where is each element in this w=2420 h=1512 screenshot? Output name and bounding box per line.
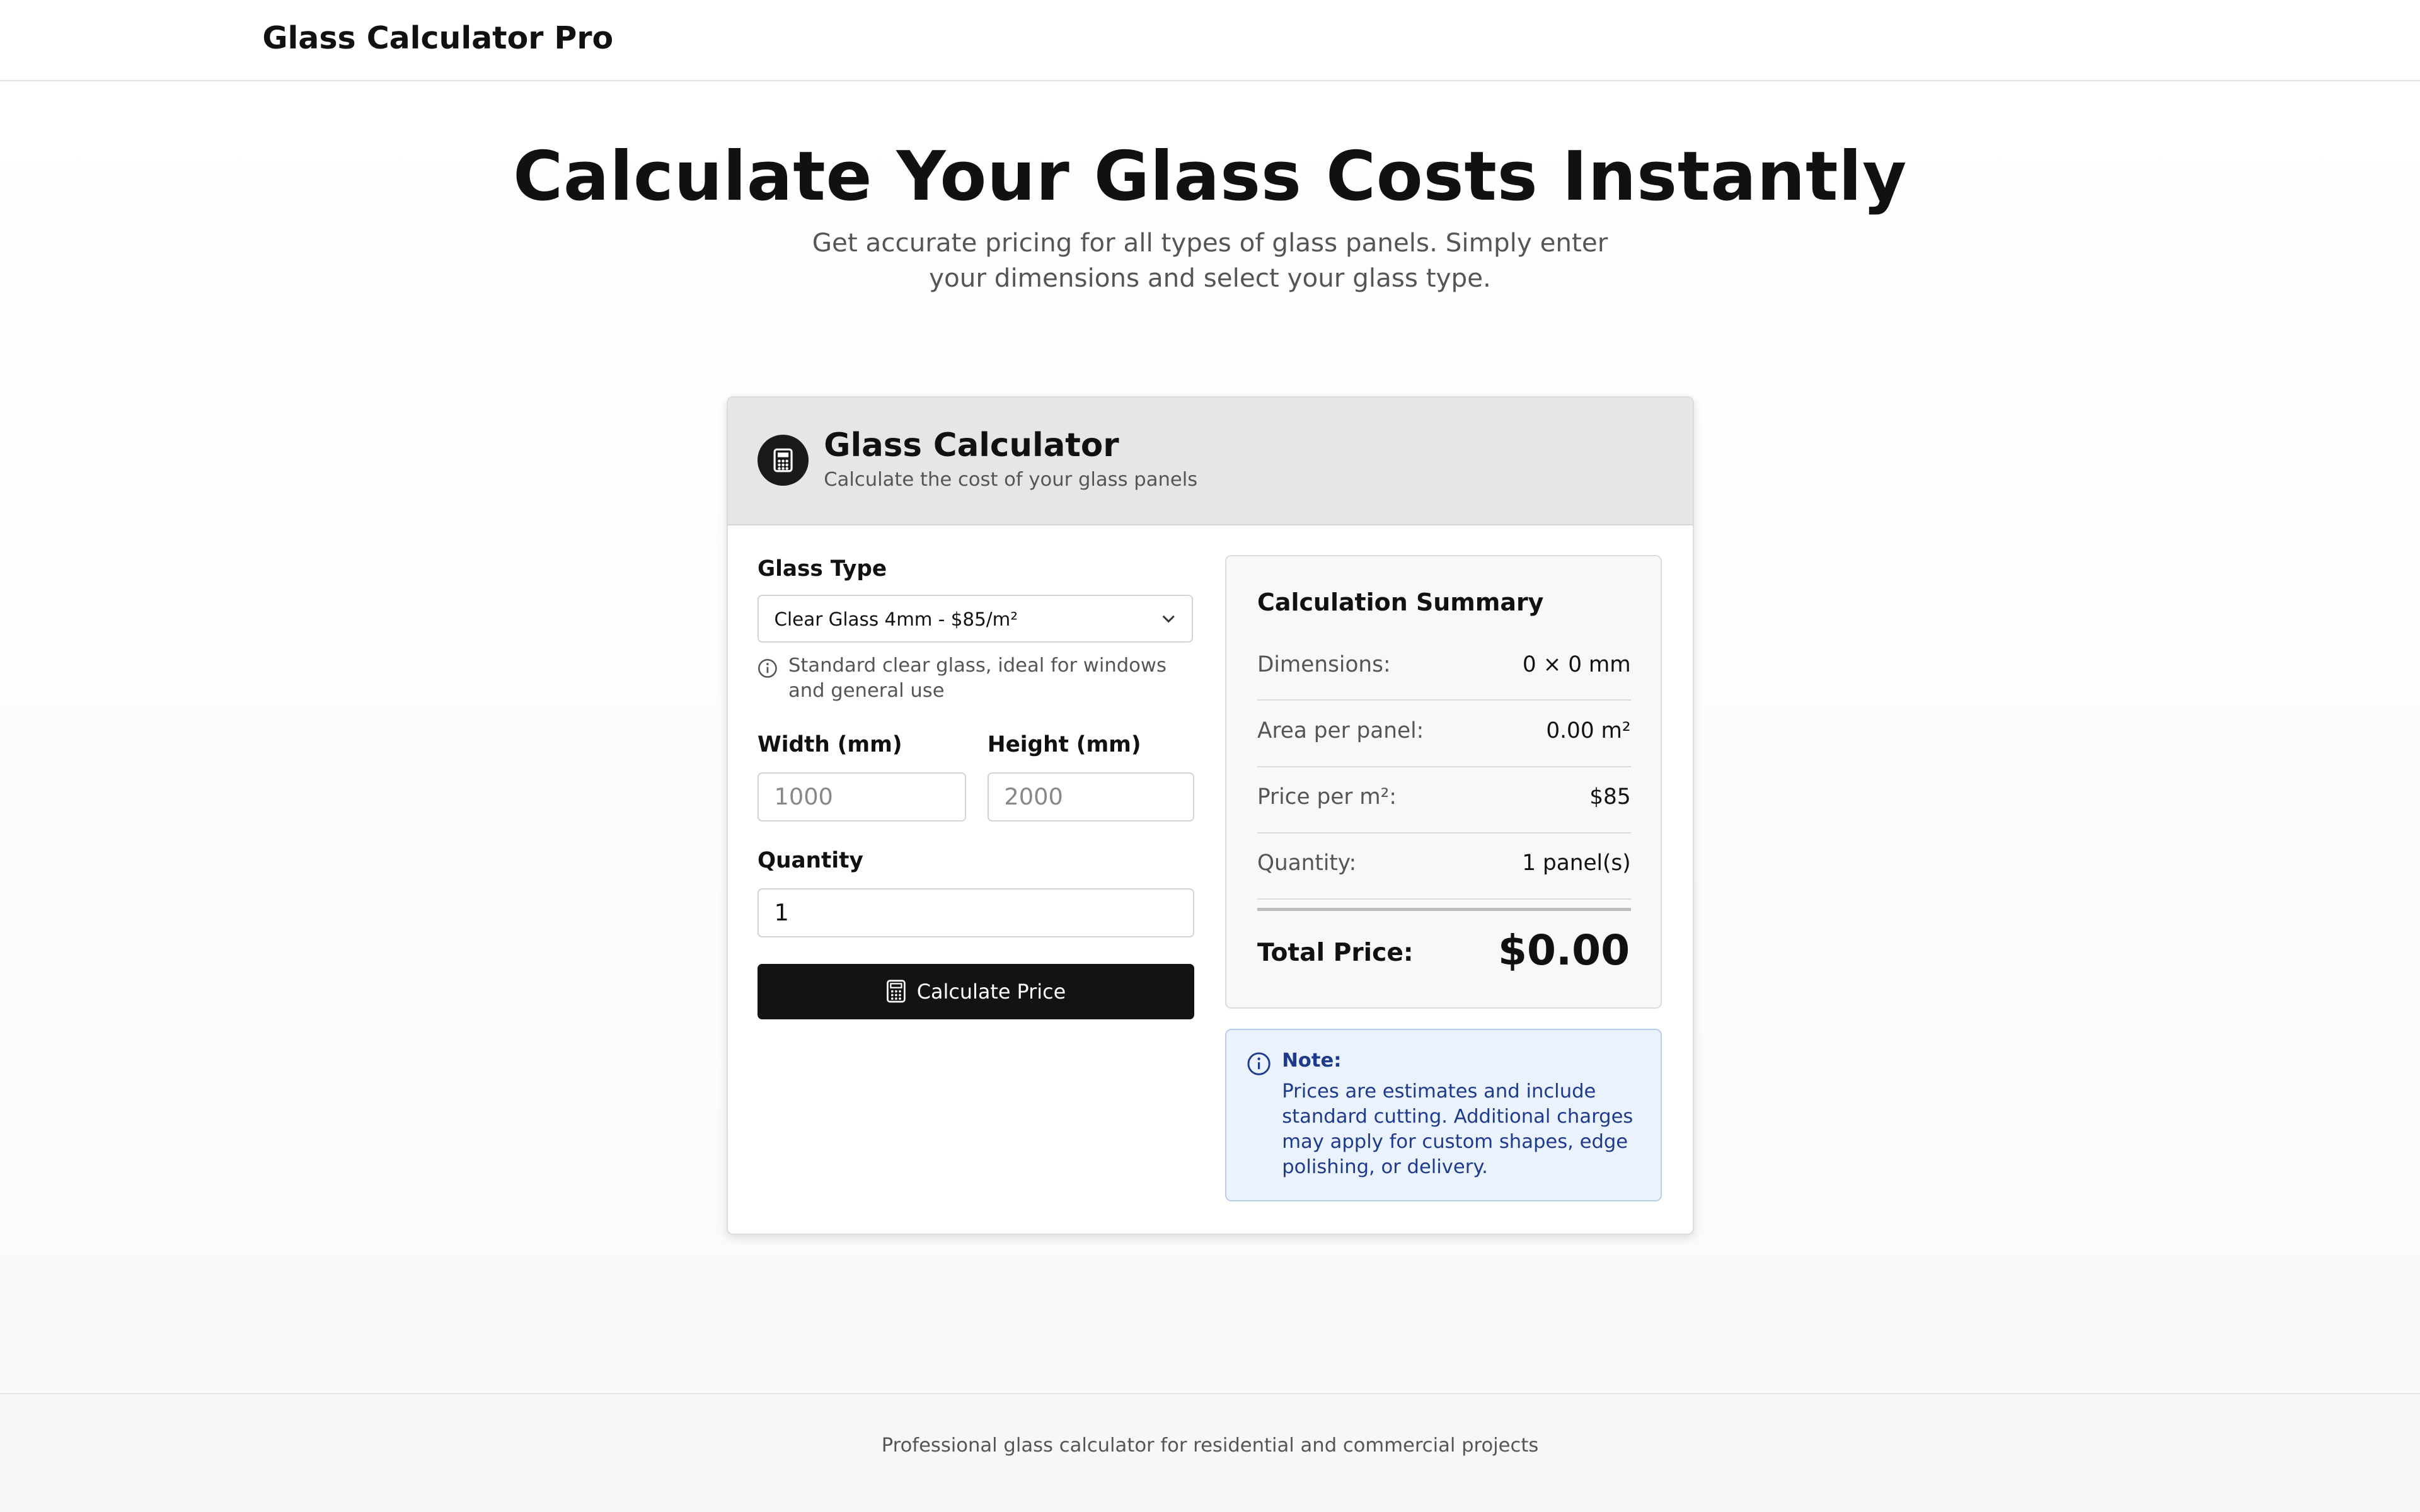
height-placeholder: 2000 xyxy=(1004,783,1063,811)
summary-row: Area per panel: 0.00 m² xyxy=(1257,699,1631,767)
info-icon xyxy=(758,658,777,678)
width-input[interactable]: 1000 xyxy=(757,772,966,822)
quantity-value: 1 xyxy=(774,898,789,926)
footer: Professional glass calculator for reside… xyxy=(0,1393,2420,1512)
summary-divider xyxy=(1257,908,1631,911)
page: Glass Calculator Pro Calculate Your Glas… xyxy=(0,0,2420,1512)
summary-row-value: 0.00 m² xyxy=(1546,718,1631,743)
hero-title: Calculate Your Glass Costs Instantly xyxy=(513,137,1907,216)
width-placeholder: 1000 xyxy=(774,783,833,811)
calculation-summary: Calculation Summary Dimensions: 0 × 0 mm… xyxy=(1225,554,1662,1009)
glass-type-hint: Standard clear glass, ideal for windows … xyxy=(788,655,1167,702)
summary-row: Quantity: 1 panel(s) xyxy=(1257,832,1631,900)
main-content: Calculate Your Glass Costs Instantly Get… xyxy=(0,81,2420,1393)
width-label: Width (mm) xyxy=(757,732,902,758)
calculate-price-label: Calculate Price xyxy=(916,979,1066,1004)
summary-row-label: Area per panel: xyxy=(1257,718,1424,743)
calculator-title: Glass Calculator xyxy=(824,427,1119,465)
top-nav: Glass Calculator Pro xyxy=(0,0,2420,82)
quantity-input[interactable]: 1 xyxy=(757,888,1195,938)
calculator-card-header: Glass Calculator Calculate the cost of y… xyxy=(728,397,1693,525)
summary-row-value: 1 panel(s) xyxy=(1522,850,1631,876)
hero-subtitle: Get accurate pricing for all types of gl… xyxy=(812,227,1608,294)
quantity-label: Quantity xyxy=(757,848,863,874)
calculator-subtitle: Calculate the cost of your glass panels xyxy=(824,468,1198,491)
total-price-label: Total Price: xyxy=(1257,939,1414,968)
calculator-icon xyxy=(886,980,906,1003)
summary-row-label: Dimensions: xyxy=(1257,651,1391,677)
calculator-card: Glass Calculator Calculate the cost of y… xyxy=(727,396,1695,1235)
height-input[interactable]: 2000 xyxy=(987,772,1195,822)
pricing-note: Note: Prices are estimates and include s… xyxy=(1225,1028,1662,1201)
note-text: Prices are estimates and include standar… xyxy=(1282,1080,1634,1178)
glass-type-selected: Clear Glass 4mm - $85/m² xyxy=(774,609,1018,631)
summary-title: Calculation Summary xyxy=(1257,588,1544,617)
summary-row-label: Quantity: xyxy=(1257,850,1357,876)
info-icon xyxy=(1247,1052,1270,1075)
calculator-icon xyxy=(757,434,809,486)
summary-row-value: 0 × 0 mm xyxy=(1522,651,1631,677)
chevron-down-icon xyxy=(1162,616,1175,623)
summary-row: Dimensions: 0 × 0 mm xyxy=(1257,633,1631,701)
calculate-price-button[interactable]: Calculate Price xyxy=(757,963,1195,1019)
summary-row: Price per m²: $85 xyxy=(1257,766,1631,834)
total-price-value: $0.00 xyxy=(1498,926,1630,975)
brand-logo[interactable]: Glass Calculator Pro xyxy=(262,20,613,56)
footer-text: Professional glass calculator for reside… xyxy=(881,1435,1539,1457)
glass-type-label: Glass Type xyxy=(757,556,887,582)
note-title: Note: xyxy=(1282,1050,1342,1072)
height-label: Height (mm) xyxy=(987,732,1141,758)
summary-row-label: Price per m²: xyxy=(1257,784,1397,810)
glass-type-select[interactable]: Clear Glass 4mm - $85/m² xyxy=(757,595,1193,643)
summary-row-value: $85 xyxy=(1589,784,1631,810)
